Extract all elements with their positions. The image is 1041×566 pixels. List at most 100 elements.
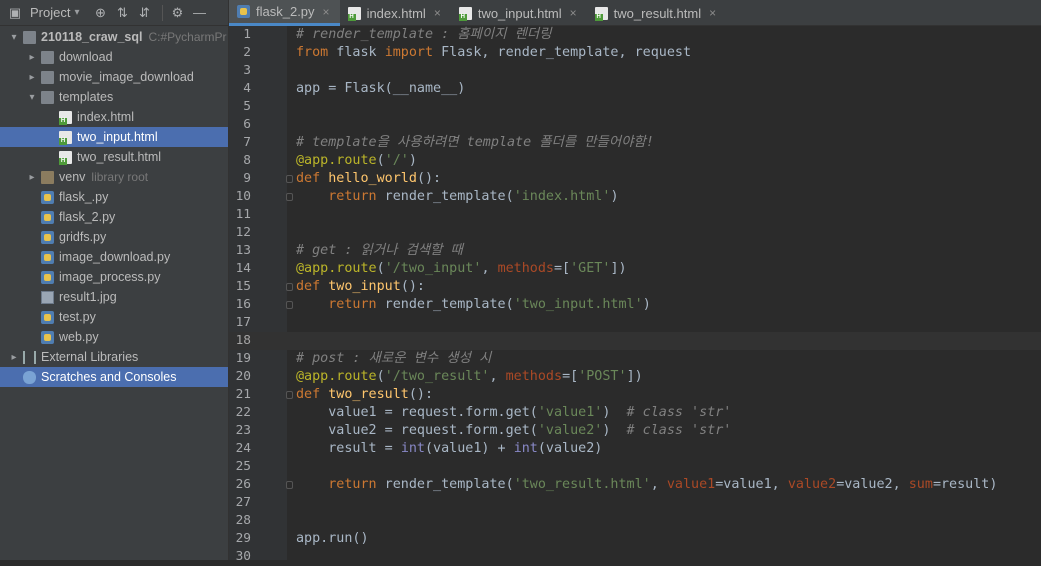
tree-item-label: two_result.html (77, 150, 162, 164)
hide-panel-icon[interactable]: — (193, 5, 207, 20)
code-line[interactable]: 29 app.run() (229, 530, 1041, 548)
tree-item[interactable]: gridfs.py (0, 227, 228, 247)
code-line[interactable]: 7 # template을 사용하려면 template 폴더를 만들어야함! (229, 134, 1041, 152)
tree-item[interactable]: ▸ movie_image_download (0, 67, 228, 87)
code-line[interactable]: 9 def hello_world(): (229, 170, 1041, 188)
code-line[interactable]: 1 # render_template : 홈페이지 렌더링 (229, 26, 1041, 44)
tree-item-label: image_process.py (59, 270, 161, 284)
tree-item[interactable]: ▸ download (0, 47, 228, 67)
tree-item[interactable]: ▾ 210118_craw_sql C:#PycharmPr (0, 27, 228, 47)
tree-item[interactable]: image_process.py (0, 267, 228, 287)
code-line[interactable]: 13 # get : 읽거나 검색할 때 (229, 242, 1041, 260)
chevron-icon[interactable]: ▾ (26, 92, 38, 103)
code-line[interactable]: 20 @app.route('/two_result', methods=['PO… (229, 368, 1041, 386)
code-line[interactable]: 16 return render_template('two_input.htm… (229, 296, 1041, 314)
close-tab-icon[interactable]: × (570, 6, 577, 20)
chevron-icon[interactable]: ▾ (8, 32, 20, 43)
code-line[interactable]: 22 value1 = request.form.get('value1') #… (229, 404, 1041, 422)
code-token: =[ (562, 369, 579, 384)
code-line[interactable]: 14 @app.route('/two_input', methods=['GET… (229, 260, 1041, 278)
editor-tab[interactable]: two_input.html × (451, 0, 587, 26)
scratch-icon (23, 370, 36, 384)
fold-marker-icon[interactable] (286, 193, 293, 201)
project-view-dropdown-icon[interactable]: ▾ (74, 7, 79, 18)
code-token: ( (376, 153, 385, 168)
code-line[interactable]: 5 (229, 98, 1041, 116)
tree-item[interactable]: flask_2.py (0, 207, 228, 227)
code-line[interactable]: 19 # post : 새로운 변수 생성 시 (229, 350, 1041, 368)
tree-item[interactable]: flask_.py (0, 187, 228, 207)
fold-marker-icon[interactable] (286, 301, 293, 309)
project-view-selector[interactable]: Project (30, 5, 70, 20)
code-token: # get : 읽거나 검색할 때 (296, 243, 463, 258)
tree-item[interactable]: image_download.py (0, 247, 228, 267)
tree-item[interactable]: web.py (0, 327, 228, 347)
code-token: int (400, 441, 425, 456)
tree-item-label: web.py (59, 330, 99, 344)
fold-marker-icon[interactable] (286, 391, 293, 399)
fold-marker-icon[interactable] (286, 481, 293, 489)
fold-marker-icon[interactable] (286, 283, 293, 291)
code-line[interactable]: 2 from flask import Flask, render_templat… (229, 44, 1041, 62)
tree-item[interactable]: two_result.html (0, 147, 228, 167)
editor-tab[interactable]: flask_2.py × (229, 0, 340, 26)
project-window-icon[interactable]: ▣ (8, 5, 22, 20)
code-line[interactable]: 8 @app.route('/') (229, 152, 1041, 170)
code-token: (): (400, 279, 425, 294)
tree-item[interactable]: result1.jpg (0, 287, 228, 307)
chevron-icon[interactable]: ▸ (8, 352, 20, 363)
code-token: app = Flask(__name__) (296, 81, 466, 96)
locate-file-icon[interactable]: ⊕ (94, 5, 108, 20)
code-token: 'two_input.html' (513, 297, 643, 312)
collapse-all-icon[interactable]: ⇵ (138, 5, 152, 20)
chevron-icon[interactable]: ▸ (26, 172, 38, 183)
code-line[interactable]: 26 return render_template('two_result.ht… (229, 476, 1041, 494)
editor-tab[interactable]: index.html × (340, 0, 451, 26)
chevron-icon[interactable]: ▸ (26, 72, 38, 83)
code-text: @app.route('/two_input', methods=['GET']… (296, 260, 627, 278)
code-line[interactable]: 10 return render_template('index.html') (229, 188, 1041, 206)
code-text: # template을 사용하려면 template 폴더를 만들어야함! (296, 134, 654, 152)
code-token: # class 'str' (626, 405, 732, 420)
code-line[interactable]: 6 (229, 116, 1041, 134)
line-number: 14 (235, 261, 251, 276)
close-tab-icon[interactable]: × (709, 6, 716, 20)
code-line[interactable]: 18 (229, 332, 1041, 350)
code-token: (): (408, 387, 434, 402)
code-line[interactable]: 28 (229, 512, 1041, 530)
line-number: 11 (235, 207, 251, 222)
code-token: def (296, 279, 321, 294)
code-line[interactable]: 11 (229, 206, 1041, 224)
code-line[interactable]: 30 (229, 548, 1041, 566)
code-line[interactable]: 24 result = int(value1) + int(value2) (229, 440, 1041, 458)
code-area[interactable]: 1 # render_template : 홈페이지 렌더링 2 from flask… (229, 26, 1041, 566)
tree-item[interactable]: Scratches and Consoles (0, 367, 228, 387)
close-tab-icon[interactable]: × (434, 6, 441, 20)
close-tab-icon[interactable]: × (323, 5, 330, 19)
code-line[interactable]: 21 def two_result(): (229, 386, 1041, 404)
code-line[interactable]: 12 (229, 224, 1041, 242)
settings-gear-icon[interactable]: ⚙ (171, 5, 185, 20)
code-line[interactable]: 25 (229, 458, 1041, 476)
code-line[interactable]: 23 value2 = request.form.get('value2') #… (229, 422, 1041, 440)
fold-marker-icon[interactable] (286, 175, 293, 183)
tree-item[interactable]: test.py (0, 307, 228, 327)
code-line[interactable]: 3 (229, 62, 1041, 80)
tree-item-label: 210118_craw_sql (41, 30, 143, 44)
tree-item[interactable]: index.html (0, 107, 228, 127)
chevron-icon[interactable]: ▸ (26, 52, 38, 63)
tree-item[interactable]: ▾ templates (0, 87, 228, 107)
folder-icon (41, 70, 54, 84)
tree-item[interactable]: ▸ External Libraries (0, 347, 228, 367)
code-line[interactable]: 15 def two_input(): (229, 278, 1041, 296)
tree-item[interactable]: ▸ venv library root (0, 167, 228, 187)
tree-item-label: Scratches and Consoles (41, 370, 177, 384)
line-number: 19 (235, 351, 251, 366)
editor-tab[interactable]: two_result.html × (587, 0, 726, 26)
tree-item[interactable]: two_input.html (0, 127, 228, 147)
code-line[interactable]: 4 app = Flask(__name__) (229, 80, 1041, 98)
code-line[interactable]: 17 (229, 314, 1041, 332)
expand-all-icon[interactable]: ⇅ (116, 5, 130, 20)
code-line[interactable]: 27 (229, 494, 1041, 512)
code-token: Flask, render_template, request (433, 45, 692, 60)
